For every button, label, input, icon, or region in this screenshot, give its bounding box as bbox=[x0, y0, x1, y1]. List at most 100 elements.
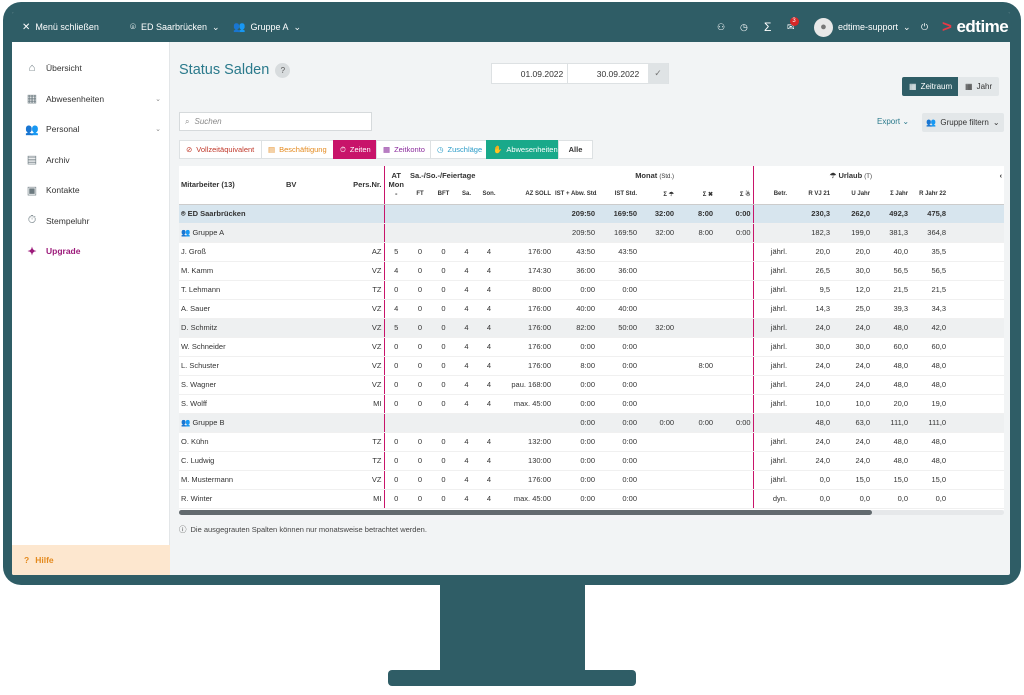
table-row[interactable]: A. Sauer VZ 4 0 0 4 4 176:00 40:00 40:00 jährl. 14,… bbox=[179, 299, 1004, 319]
table-row[interactable]: D. Schmitz VZ 5 0 0 4 4 176:00 82:00 50:00 32:00 jä… bbox=[179, 318, 1004, 338]
sidebar-item-archiv[interactable]: ▤ Archiv bbox=[12, 145, 169, 176]
column-header-persnr[interactable]: Pers.Nr. bbox=[324, 166, 384, 205]
filter-vollzeitaequivalent[interactable]: ⊘ Vollzeitäquivalent bbox=[179, 140, 262, 159]
app-screen: ✕ Menü schließen ⌾ ED Saarbrücken ⌄ 👥 Gr… bbox=[12, 12, 1010, 575]
user-settings-button[interactable]: ⚇ bbox=[717, 12, 725, 42]
table-cell bbox=[284, 337, 324, 357]
filter-zuschlaege[interactable]: ◷ Zuschläge bbox=[430, 140, 487, 159]
column-header-sigma-krank[interactable]: Σ ✖ bbox=[676, 185, 716, 205]
table-row[interactable]: M. Mustermann VZ 0 0 0 4 4 176:00 0:00 0:00 jährl.… bbox=[179, 470, 1004, 490]
column-header-mitarbeiter[interactable]: Mitarbeiter (13) bbox=[179, 166, 284, 205]
column-header-ist-abw[interactable]: IST + Abw. Std. bbox=[553, 185, 597, 205]
filter-alle[interactable]: Alle bbox=[558, 140, 593, 159]
help-button[interactable]: ? Hilfe bbox=[12, 545, 170, 575]
column-header-bv[interactable]: BV bbox=[284, 166, 324, 205]
cell-value: 50:00 bbox=[618, 323, 637, 332]
table-row[interactable]: M. Kamm VZ 4 0 0 4 4 174:30 36:00 36:00 jährl. 26,5… bbox=[179, 261, 1004, 281]
sidebar-item-kontakte[interactable]: ▣ Kontakte bbox=[12, 175, 169, 206]
location-row[interactable]: ⌾ ED Saarbrücken 209:50 169:50 32:00 8:00 0:0… bbox=[179, 204, 1004, 224]
column-header-bft[interactable]: BFT bbox=[432, 185, 455, 205]
column-header-son[interactable]: Son. bbox=[478, 185, 500, 205]
scroll-left-icon[interactable]: ‹ bbox=[948, 166, 1004, 185]
apply-date-button[interactable]: ✓ bbox=[648, 63, 668, 84]
jahr-toggle[interactable]: ▦ Jahr bbox=[958, 77, 1000, 96]
table-row[interactable]: C. Ludwig TZ 0 0 0 4 4 130:00 0:00 0:00 jährl. 24,0… bbox=[179, 451, 1004, 471]
table-row[interactable]: O. Kühn TZ 0 0 0 4 4 132:00 0:00 0:00 jährl. 24,0 24… bbox=[179, 432, 1004, 452]
sidebar-item-abwesenheiten[interactable]: ▦ Abwesenheiten ⌄ bbox=[12, 84, 169, 115]
sidebar-item-label: Personal bbox=[46, 124, 80, 135]
employee-name: T. Lehmann bbox=[179, 280, 284, 300]
export-dropdown[interactable]: Export ⌄ bbox=[877, 117, 909, 126]
row-name-text: L. Schuster bbox=[181, 361, 219, 370]
table-cell bbox=[383, 413, 408, 433]
table-cell: 0 bbox=[432, 299, 455, 319]
column-header-sa[interactable]: Sa. bbox=[455, 185, 478, 205]
table-cell bbox=[284, 280, 324, 300]
table-cell bbox=[948, 318, 1004, 338]
filter-beschaeftigung[interactable]: ▤ Beschäftigung bbox=[261, 140, 334, 159]
column-header-at-mon[interactable]: AT Mon - bbox=[383, 166, 408, 205]
column-header-azsoll[interactable]: AZ SOLL bbox=[500, 185, 553, 205]
cell-value: 0:00 bbox=[622, 380, 637, 389]
group-row[interactable]: 👥 Gruppe A 209:50 169:50 32:00 8:00 0:00 182,3… bbox=[179, 223, 1004, 243]
cell-value: 24,0 bbox=[855, 323, 871, 332]
scrollbar-thumb[interactable] bbox=[179, 510, 872, 515]
table-cell bbox=[948, 261, 1004, 281]
employee-name: W. Schneider bbox=[179, 337, 284, 357]
filter-zeitkonto[interactable]: ▦ Zeitkonto bbox=[376, 140, 431, 159]
filter-zeiten[interactable]: ⏱ Zeiten bbox=[333, 140, 377, 159]
column-header-betr[interactable]: Betr. bbox=[752, 185, 790, 205]
table-row[interactable]: R. Winter MI 0 0 0 4 4 max. 45:00 0:00 0:00 dyn. 0,… bbox=[179, 489, 1004, 509]
cell-value: 262,0 bbox=[851, 209, 871, 218]
column-header-ujahr[interactable]: U Jahr bbox=[832, 185, 873, 205]
sum-button[interactable]: Σ bbox=[764, 12, 771, 42]
table-cell: 0 bbox=[408, 432, 432, 452]
filter-abwesenheiten[interactable]: ✋ Abwesenheiten bbox=[486, 140, 559, 159]
sidebar-item-personal[interactable]: 👥 Personal ⌄ bbox=[12, 114, 169, 145]
location-select[interactable]: ⌾ ED Saarbrücken ⌄ bbox=[130, 12, 220, 42]
table-cell bbox=[432, 204, 455, 224]
column-header-sigma-urlaub[interactable]: Σ ☂ bbox=[639, 185, 677, 205]
table-row[interactable]: J. Groß AZ 5 0 0 4 4 176:00 43:50 43:50 jährl. 20,0… bbox=[179, 242, 1004, 262]
table-cell bbox=[639, 432, 677, 452]
mail-button[interactable]: ✉ 3 bbox=[787, 12, 799, 42]
column-header-ft[interactable]: FT bbox=[408, 185, 432, 205]
column-header-sigma-sonst[interactable]: Σ ☃ bbox=[715, 185, 754, 205]
cell-value: 4 bbox=[464, 247, 469, 256]
group-filter-dropdown[interactable]: 👥 Gruppe filtern ⌄ bbox=[922, 113, 1004, 132]
table-cell: 4 bbox=[455, 299, 478, 319]
column-header-rvj[interactable]: R VJ 21 bbox=[789, 185, 833, 205]
sidebar-item-upgrade[interactable]: ✦ Upgrade bbox=[12, 236, 169, 267]
logout-button[interactable]: ⏻ bbox=[921, 12, 928, 42]
table-cell: 30,0 bbox=[832, 337, 873, 357]
column-header-ist-std[interactable]: IST Std. bbox=[597, 185, 639, 205]
table-row[interactable]: L. Schuster VZ 0 0 0 4 4 176:00 8:00 0:00 8:00 jähr… bbox=[179, 356, 1004, 376]
horizontal-scrollbar[interactable] bbox=[179, 510, 1004, 515]
clock-button[interactable]: ◷ bbox=[740, 12, 748, 42]
table-cell: 0 bbox=[408, 375, 432, 395]
menu-toggle-button[interactable]: ✕ Menü schließen bbox=[22, 12, 99, 42]
table-row[interactable]: W. Schneider VZ 0 0 0 4 4 176:00 0:00 0:00 jährl. 3… bbox=[179, 337, 1004, 357]
search-input[interactable]: ⌕ Suchen bbox=[179, 112, 372, 131]
help-icon[interactable]: ? bbox=[275, 62, 291, 78]
calendar-icon: ▦ bbox=[965, 82, 973, 91]
user-menu[interactable]: ● edtime-support ⌄ bbox=[814, 12, 911, 42]
sidebar-item-uebersicht[interactable]: ⌂ Übersicht bbox=[12, 53, 169, 84]
cell-value: jährl. bbox=[770, 304, 788, 313]
group-select[interactable]: 👥 Gruppe A ⌄ bbox=[233, 12, 301, 42]
zeitraum-toggle[interactable]: ▦ Zeitraum bbox=[902, 77, 960, 96]
table-cell: max. 45:00 bbox=[500, 394, 553, 414]
table-row[interactable]: S. Wolff MI 0 0 0 4 4 max. 45:00 0:00 0:00 jährl. 1… bbox=[179, 394, 1004, 414]
top-bar: ✕ Menü schließen ⌾ ED Saarbrücken ⌄ 👥 Gr… bbox=[12, 12, 1010, 42]
group-row[interactable]: 👥 Gruppe B 0:00 0:00 0:00 0:00 0:00 48,0 63,0 11… bbox=[179, 413, 1004, 433]
table-cell bbox=[676, 337, 716, 357]
cell-value: max. 45:00 bbox=[513, 494, 551, 503]
cell-value: pau. 168:00 bbox=[511, 380, 551, 389]
table-row[interactable]: S. Wagner VZ 0 0 0 4 4 pau. 168:00 0:00 0:00 jährl… bbox=[179, 375, 1004, 395]
column-header-sjahr[interactable]: Σ Jahr bbox=[872, 185, 911, 205]
column-header-rjahr[interactable]: R Jahr 22 bbox=[910, 185, 949, 205]
cell-value: 176:00 bbox=[528, 247, 551, 256]
table-row[interactable]: T. Lehmann TZ 0 0 0 4 4 80:00 0:00 0:00 jährl. 9,5 1… bbox=[179, 280, 1004, 300]
cell-value: 0 bbox=[417, 342, 423, 351]
sidebar-item-stempeluhr[interactable]: ⏱ Stempeluhr bbox=[12, 206, 169, 237]
